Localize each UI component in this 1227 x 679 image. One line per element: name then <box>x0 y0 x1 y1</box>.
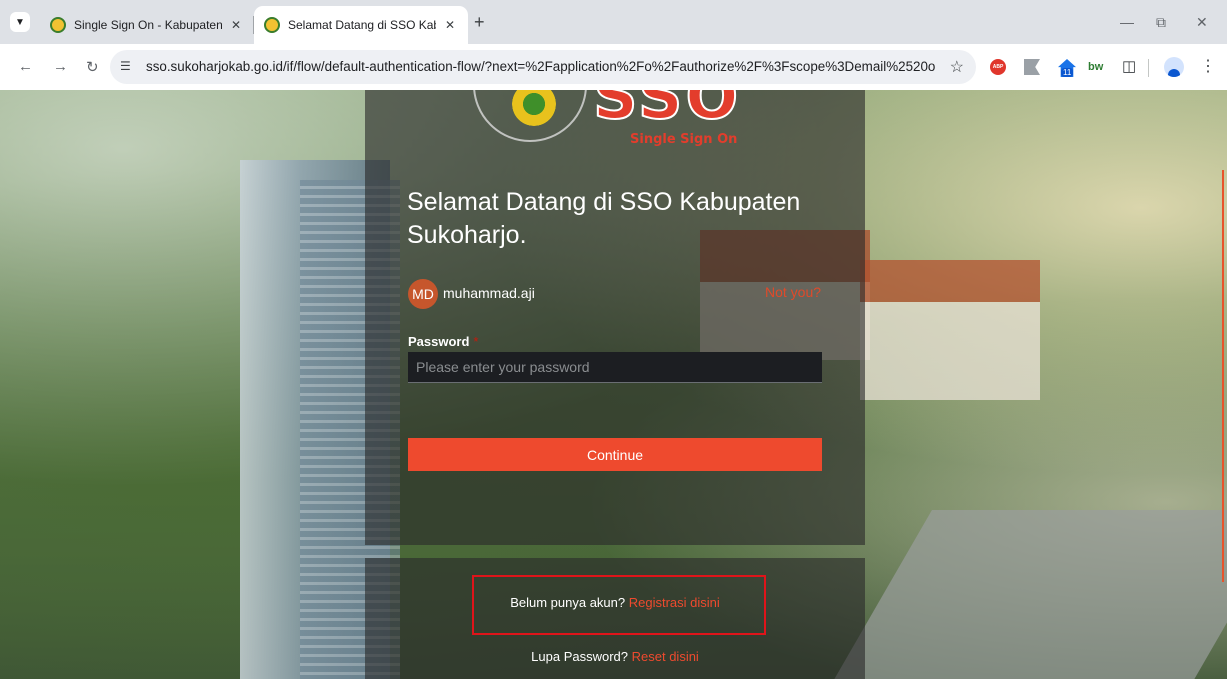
new-tab-button[interactable]: + <box>474 13 485 31</box>
background-road <box>828 510 1227 679</box>
scroll-accent-bar <box>1222 170 1224 582</box>
continue-button[interactable]: Continue <box>408 438 822 471</box>
forgot-password-line: Lupa Password? Reset disini <box>365 649 865 664</box>
password-label-text: Password <box>408 334 470 349</box>
back-arrow-icon[interactable]: ← <box>18 58 33 75</box>
page-viewport: SSO Single Sign On Selamat Datang di SSO… <box>0 90 1227 679</box>
sukoharjo-favicon-icon <box>264 17 280 33</box>
forward-arrow-icon[interactable]: → <box>53 58 68 75</box>
extension-badge: 11 <box>1061 68 1074 77</box>
profile-avatar-icon[interactable] <box>1164 57 1184 77</box>
register-highlight-box <box>472 575 766 635</box>
toolbar-divider <box>1148 59 1149 77</box>
adblock-extension-icon[interactable]: ABP <box>990 59 1006 75</box>
sso-logo: SSO <box>592 90 742 134</box>
window-close-icon[interactable]: ✕ <box>1196 14 1208 31</box>
close-icon[interactable]: ✕ <box>442 18 458 32</box>
reset-password-link[interactable]: Reset disini <box>632 649 699 664</box>
minimize-icon[interactable]: — <box>1120 14 1134 30</box>
tab-search-button[interactable]: ▼ <box>10 12 30 32</box>
more-menu-icon[interactable]: ⋮ <box>1200 56 1216 76</box>
sso-logo-subtitle: Single Sign On <box>630 132 738 147</box>
tab-selamat-datang[interactable]: Selamat Datang di SSO Kabupaten Sukoharj… <box>254 6 468 44</box>
required-marker: * <box>473 334 479 349</box>
extensions-puzzle-icon[interactable]: ◫ <box>1122 57 1138 75</box>
page-title: Selamat Datang di SSO Kabupaten Sukoharj… <box>407 188 801 249</box>
avatar: MD <box>408 279 438 309</box>
browser-toolbar: ← → ↻ ☰ sso.sukoharjokab.go.id/if/flow/d… <box>0 44 1227 90</box>
chevron-down-icon: ▼ <box>15 16 25 28</box>
bookmark-star-icon[interactable]: ☆ <box>950 57 964 77</box>
restore-icon[interactable]: ⧉ <box>1156 14 1166 31</box>
address-bar[interactable]: ☰ sso.sukoharjokab.go.id/if/flow/default… <box>110 50 976 84</box>
password-input[interactable] <box>408 352 822 383</box>
tab-title: Selamat Datang di SSO Kabupaten Sukoharj… <box>288 18 436 32</box>
url-text[interactable]: sso.sukoharjokab.go.id/if/flow/default-a… <box>146 59 936 74</box>
forgot-prompt: Lupa Password? <box>531 649 628 664</box>
login-card: SSO Single Sign On Selamat Datang di SSO… <box>365 90 865 545</box>
tab-title: Single Sign On - Kabupaten Sukoharjo <box>74 18 222 32</box>
reload-icon[interactable]: ↻ <box>86 58 99 76</box>
sukoharjo-favicon-icon <box>50 17 66 33</box>
username-label: muhammad.aji <box>443 285 535 301</box>
site-info-icon[interactable]: ☰ <box>120 59 131 73</box>
close-icon[interactable]: ✕ <box>228 18 244 32</box>
browser-tab-bar: ▼ Single Sign On - Kabupaten Sukoharjo ✕… <box>0 0 1227 44</box>
background-building <box>860 260 1040 400</box>
flag-extension-icon[interactable] <box>1024 59 1040 75</box>
tab-single-sign-on[interactable]: Single Sign On - Kabupaten Sukoharjo ✕ <box>40 6 254 44</box>
password-label: Password * <box>408 334 478 349</box>
bw-extension-icon[interactable]: bw <box>1088 61 1110 77</box>
not-you-link[interactable]: Not you? <box>765 284 821 300</box>
